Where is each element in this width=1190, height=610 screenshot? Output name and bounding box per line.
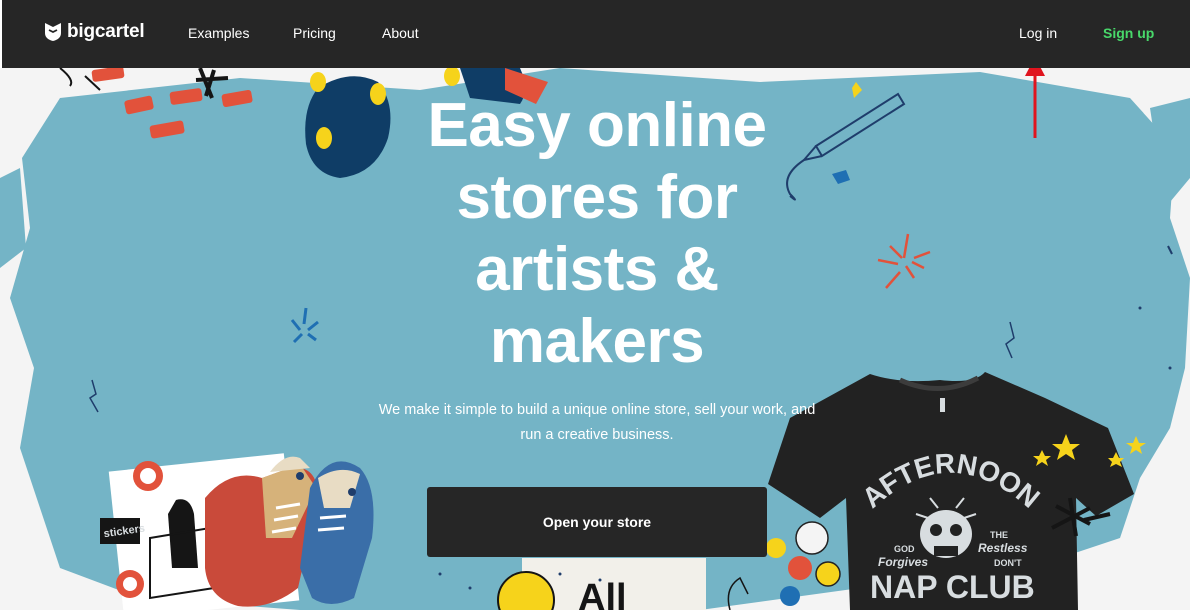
brand-name: bigcartel	[67, 21, 145, 42]
headline-line: makers	[489, 307, 705, 376]
tshirt-small-right-3: DON'T	[994, 558, 1022, 568]
subtext-line: run a creative business.	[520, 427, 674, 443]
login-link[interactable]: Log in	[1019, 25, 1057, 41]
signup-link[interactable]: Sign up	[1103, 25, 1154, 41]
hero-section: stickers All AFTERNOON NAP CLUB GOD Forg…	[0, 68, 1190, 610]
hero-headline: Easy online stores for artists & makers	[330, 90, 864, 378]
bigcartel-logo[interactable]: bigcartel	[44, 21, 145, 43]
tshirt-small-right-1: THE	[990, 530, 1008, 540]
headline-line: artists &	[475, 235, 719, 304]
tshirt-small-right-2: Restless	[978, 541, 1028, 555]
tshirt-small-left-2: Forgives	[878, 555, 928, 569]
top-navigation-bar: bigcartel Examples Pricing About Log in …	[2, 0, 1190, 68]
headline-line: Easy online	[427, 91, 767, 160]
nav-pricing-link[interactable]: Pricing	[293, 25, 336, 41]
poster-text: All	[578, 577, 627, 610]
tshirt-bottom-text: NAP CLUB	[870, 569, 1035, 605]
hero-subtext: We make it simple to build a unique onli…	[330, 398, 864, 448]
open-your-store-button[interactable]: Open your store	[427, 487, 767, 557]
subtext-line: We make it simple to build a unique onli…	[378, 402, 816, 418]
bigcartel-shield-icon	[45, 23, 61, 41]
tshirt-small-left-1: GOD	[894, 544, 915, 554]
nav-about-link[interactable]: About	[382, 25, 419, 41]
headline-line: stores for	[456, 163, 738, 232]
sneakers-illustration	[205, 456, 374, 607]
nav-examples-link[interactable]: Examples	[188, 25, 249, 41]
